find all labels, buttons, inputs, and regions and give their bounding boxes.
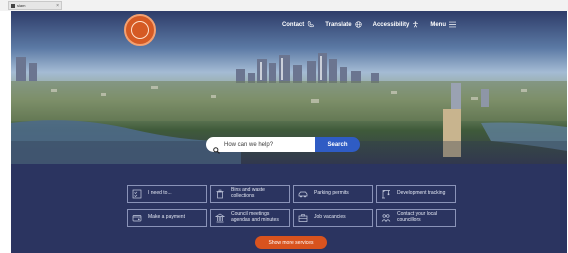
bin-icon — [215, 189, 225, 199]
service-parking[interactable]: Parking permits — [293, 185, 373, 203]
browser-tab[interactable]: slam × — [8, 1, 62, 10]
accessibility-icon — [412, 21, 419, 28]
nav-menu-label: Menu — [430, 21, 446, 28]
nav-accessibility[interactable]: Accessibility — [373, 21, 420, 28]
service-make-payment[interactable]: Make a payment — [127, 209, 207, 227]
browser-tab-title: slam — [17, 3, 26, 8]
crane-icon — [381, 189, 391, 199]
hamburger-menu-icon — [449, 21, 456, 28]
show-more-services-button[interactable]: Show more services — [255, 236, 327, 249]
service-i-need-to[interactable]: I need to... — [127, 185, 207, 203]
nav-accessibility-label: Accessibility — [372, 21, 410, 28]
browser-tab-bar: slam × — [0, 0, 568, 11]
nav-menu[interactable]: Menu — [430, 21, 456, 28]
service-label: Contact your local councillors — [397, 211, 438, 223]
service-label: Council meetings agendas and minutes — [231, 211, 279, 223]
globe-icon — [355, 21, 362, 28]
service-development-tracking[interactable]: Development tracking — [376, 185, 456, 203]
search-placeholder: How can we help? — [224, 141, 274, 148]
checklist-icon — [132, 189, 142, 199]
service-label: Job vacancies — [314, 214, 346, 221]
favicon-icon — [11, 3, 15, 8]
search-input[interactable]: How can we help? — [206, 137, 315, 154]
top-nav: Contact Translate Accessibility Menu — [282, 21, 456, 28]
building-icon — [214, 213, 226, 223]
logo-emblem-icon — [131, 21, 149, 39]
service-label: Bins and waste collections — [231, 187, 265, 199]
phone-icon — [307, 21, 314, 28]
service-job-vacancies[interactable]: Job vacancies — [293, 209, 373, 227]
nav-translate-label: Translate — [325, 21, 352, 28]
service-bins[interactable]: Bins and waste collections — [210, 185, 290, 203]
service-label: Development tracking — [397, 190, 446, 197]
job-icon — [298, 213, 308, 223]
search-icon — [213, 141, 220, 154]
payment-icon — [132, 213, 142, 223]
search-button[interactable]: Search — [315, 137, 360, 152]
service-label: Make a payment — [148, 214, 185, 221]
nav-translate[interactable]: Translate — [325, 21, 362, 28]
nav-contact-label: Contact — [281, 21, 305, 28]
service-contact-councillors[interactable]: Contact your local councillors — [376, 209, 456, 227]
service-council-meetings[interactable]: Council meetings agendas and minutes — [210, 209, 290, 227]
service-label: I need to... — [148, 190, 172, 197]
car-icon — [298, 189, 308, 199]
service-label: Parking permits — [314, 190, 349, 197]
nav-contact[interactable]: Contact — [282, 21, 314, 28]
council-logo[interactable] — [124, 14, 156, 46]
close-tab-icon[interactable]: × — [56, 3, 59, 9]
people-icon — [381, 213, 391, 223]
